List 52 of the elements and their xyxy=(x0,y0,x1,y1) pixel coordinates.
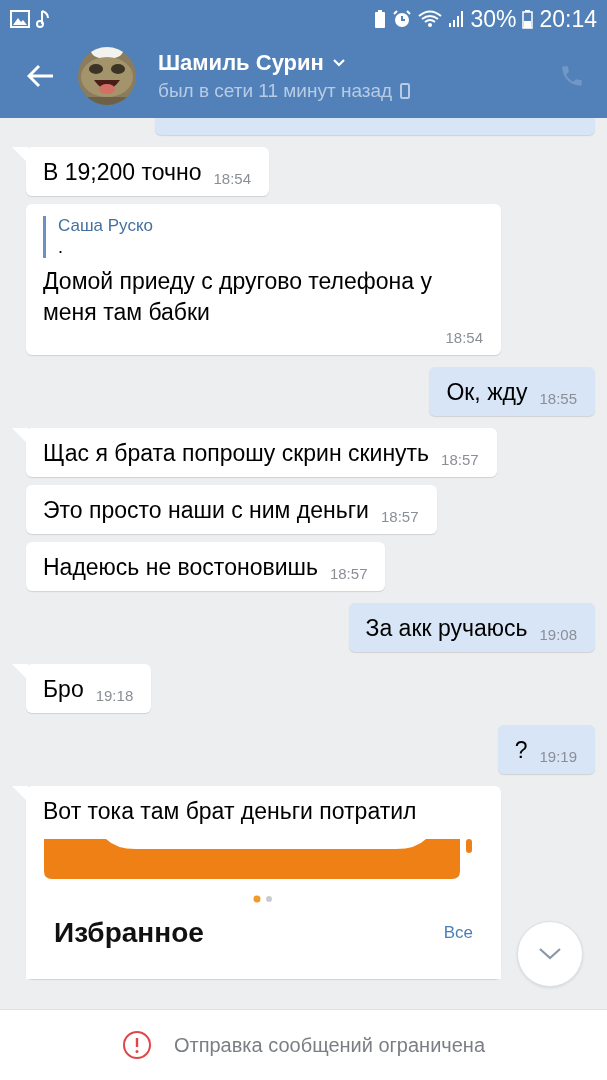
message-time: 19:18 xyxy=(95,686,134,705)
message-bubble[interactable]: Вот тока там брат деньги потратил Избранное Все xyxy=(26,786,501,979)
battery-saver-icon xyxy=(374,9,387,29)
message-text: Бро xyxy=(43,675,84,704)
alarm-icon xyxy=(392,9,413,29)
message-bubble[interactable]: В 19;200 точно 18:54 xyxy=(26,147,270,196)
message-text: В 19;200 точно xyxy=(43,158,202,187)
restriction-notice: Отправка сообщений ограничена xyxy=(173,1033,486,1057)
attached-screenshot[interactable]: Избранное Все xyxy=(26,839,501,979)
message-bubble[interactable]: Бро 19:18 xyxy=(26,664,152,713)
warning-icon xyxy=(121,1030,152,1060)
message-time: 18:57 xyxy=(329,564,368,583)
contact-name[interactable]: Шамиль Сурин xyxy=(158,50,324,76)
message-time: 18:57 xyxy=(441,450,479,469)
message-text: Вот тока там брат деньги потратил xyxy=(43,798,417,824)
message-time: 18:55 xyxy=(539,389,577,408)
message-text: Домой приеду с другово телефона у меня там бабки xyxy=(43,267,433,327)
wifi-icon xyxy=(418,10,443,28)
message-bubble[interactable]: ? 19:19 xyxy=(497,725,595,774)
status-time: 20:14 xyxy=(539,5,597,33)
message-text: Это просто наши с ним деньги xyxy=(43,496,369,525)
battery-icon xyxy=(522,9,534,29)
message-bubble[interactable]: Щас я брата попрошу скрин скинуть 18:57 xyxy=(26,428,497,477)
message-time: 18:54 xyxy=(213,169,252,188)
message-time: 19:19 xyxy=(539,747,577,766)
chevron-down-icon[interactable] xyxy=(331,58,346,68)
message-bubble[interactable]: Саша Руско . Домой приеду с другово телефона у меня там бабки 18:54 xyxy=(26,204,501,355)
quote-author: Саша Руско xyxy=(58,216,154,236)
message-bubble[interactable]: Это просто наши с ним деньги 18:57 xyxy=(26,485,437,534)
message-text: Надеюсь не востоновишь xyxy=(43,553,318,582)
see-all-link[interactable]: Все xyxy=(443,923,473,943)
gallery-icon xyxy=(10,10,30,28)
message-time: 19:08 xyxy=(539,625,577,644)
last-seen-text: был в сети 11 минут назад xyxy=(158,80,393,102)
message-bubble[interactable]: За акк ручаюсь 19:08 xyxy=(348,603,595,652)
quote-text: . xyxy=(58,236,64,258)
section-title: Избранное xyxy=(54,917,204,949)
message-bubble[interactable]: Ок, жду 18:55 xyxy=(429,367,595,416)
message-text: За акк ручаюсь xyxy=(365,614,528,643)
message-text: Щас я брата попрошу скрин скинуть xyxy=(43,439,430,468)
message-time: 18:57 xyxy=(380,507,419,526)
message-time: 18:54 xyxy=(445,328,483,347)
page-dots-icon xyxy=(252,895,275,903)
chevron-down-icon xyxy=(538,947,562,961)
message-text: Ок, жду xyxy=(446,378,528,407)
battery-percent: 30% xyxy=(470,5,517,33)
message-bubble[interactable]: Надеюсь не востоновишь 18:57 xyxy=(26,542,386,591)
music-note-icon xyxy=(36,9,50,29)
quoted-message[interactable]: Саша Руско . xyxy=(43,216,483,258)
phone-device-icon xyxy=(400,83,411,99)
message-text: ? xyxy=(514,736,528,765)
signal-icon xyxy=(448,10,465,28)
